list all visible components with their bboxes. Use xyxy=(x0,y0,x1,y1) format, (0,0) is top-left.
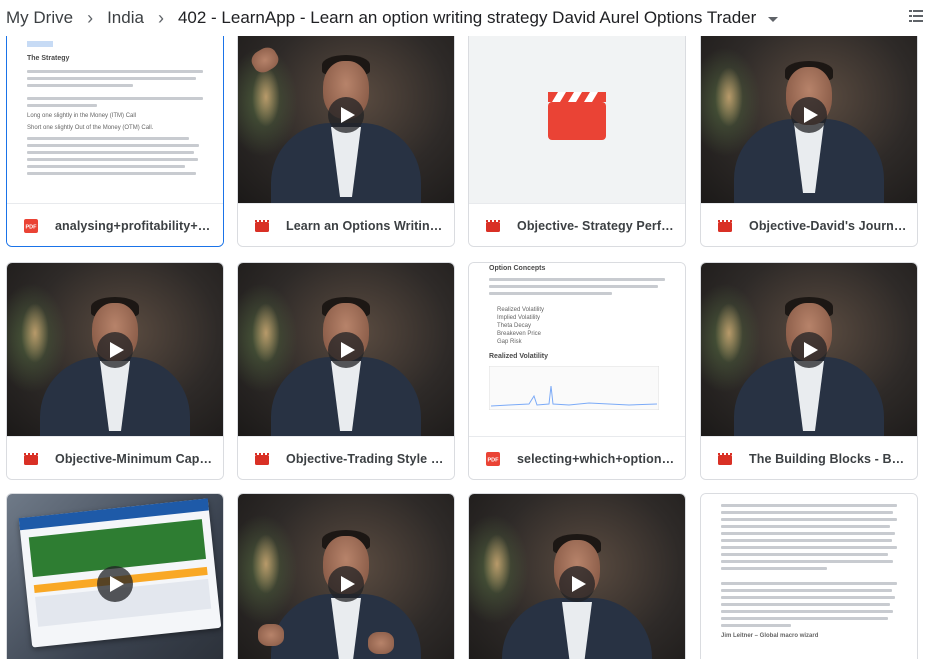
file-card[interactable]: Objective-Trading Style 1-1.... xyxy=(237,262,455,480)
video-thumbnail xyxy=(7,494,223,659)
file-name: Learn an Options Writing Str... xyxy=(286,218,446,233)
play-icon[interactable] xyxy=(328,331,364,368)
file-name: Objective-David's Journey 1... xyxy=(749,218,909,233)
video-icon xyxy=(254,451,270,467)
file-card-footer: The Building Blocks - Buyin... xyxy=(701,436,917,479)
file-card[interactable] xyxy=(468,493,686,659)
file-card[interactable] xyxy=(6,493,224,659)
play-icon[interactable] xyxy=(791,331,827,368)
video-icon xyxy=(23,451,39,467)
file-card-footer: Objective- Strategy Perform... xyxy=(469,203,685,246)
breadcrumb-my-drive[interactable]: My Drive xyxy=(0,8,79,28)
file-card-footer: PDF analysing+profitability+of+a... xyxy=(7,203,223,246)
file-name: Objective-Trading Style 1-1.... xyxy=(286,451,446,466)
document-preview: Option Concepts Realized Volatility Impl… xyxy=(469,263,685,436)
pdf-icon: PDF xyxy=(485,451,501,467)
file-name: The Building Blocks - Buyin... xyxy=(749,451,909,466)
video-thumbnail xyxy=(238,36,454,203)
video-icon xyxy=(485,218,501,234)
svg-text:PDF: PDF xyxy=(488,457,500,463)
video-thumbnail xyxy=(469,494,685,659)
video-thumbnail xyxy=(238,494,454,659)
document-preview: Jim Leitner – Global macro wizard xyxy=(701,494,917,659)
file-name: Objective- Strategy Perform... xyxy=(517,218,677,233)
file-card-footer: Objective-David's Journey 1... xyxy=(701,203,917,246)
chevron-right-icon: › xyxy=(157,7,164,28)
play-icon[interactable] xyxy=(791,97,827,133)
chevron-right-icon: › xyxy=(87,7,94,28)
file-card-footer: Objective-Minimum Capital ... xyxy=(7,436,223,479)
play-icon[interactable] xyxy=(97,331,133,368)
video-icon xyxy=(717,451,733,467)
file-card-footer: Learn an Options Writing Str... xyxy=(238,203,454,246)
file-grid: The Strategy Long one slightly in the Mo… xyxy=(0,36,925,659)
video-thumbnail xyxy=(701,263,917,436)
file-card-footer: PDF selecting+which+options+t... xyxy=(469,436,685,479)
video-icon xyxy=(717,218,733,234)
play-icon[interactable] xyxy=(328,97,364,133)
svg-text:PDF: PDF xyxy=(26,224,38,230)
file-card[interactable]: The Strategy Long one slightly in the Mo… xyxy=(6,36,224,247)
play-icon[interactable] xyxy=(97,566,133,602)
clapperboard-icon xyxy=(548,92,606,140)
chevron-down-icon[interactable] xyxy=(768,16,779,22)
document-preview: The Strategy Long one slightly in the Mo… xyxy=(7,36,223,203)
list-view-icon[interactable] xyxy=(909,9,923,23)
file-name: Objective-Minimum Capital ... xyxy=(55,451,215,466)
volatility-chart-preview xyxy=(488,365,660,411)
video-icon xyxy=(254,218,270,234)
video-thumbnail xyxy=(7,263,223,436)
breadcrumb: My Drive › India › 402 - LearnApp - Lear… xyxy=(0,0,925,36)
file-card[interactable]: Learn an Options Writing Str... xyxy=(237,36,455,247)
file-card[interactable] xyxy=(237,493,455,659)
video-thumbnail xyxy=(701,36,917,203)
file-card[interactable]: Jim Leitner – Global macro wizard xyxy=(700,493,918,659)
play-icon[interactable] xyxy=(328,566,364,602)
file-name: selecting+which+options+t... xyxy=(517,451,677,466)
file-card[interactable]: The Building Blocks - Buyin... xyxy=(700,262,918,480)
breadcrumb-current-folder[interactable]: 402 - LearnApp - Learn an option writing… xyxy=(172,8,762,28)
file-card[interactable]: Objective- Strategy Perform... xyxy=(468,36,686,247)
file-card[interactable]: Objective-David's Journey 1... xyxy=(700,36,918,247)
video-placeholder-thumbnail xyxy=(469,36,685,203)
file-card[interactable]: Objective-Minimum Capital ... xyxy=(6,262,224,480)
video-thumbnail xyxy=(238,263,454,436)
play-icon[interactable] xyxy=(559,566,595,602)
file-card[interactable]: Option Concepts Realized Volatility Impl… xyxy=(468,262,686,480)
file-name: analysing+profitability+of+a... xyxy=(55,218,215,233)
breadcrumb-india[interactable]: India xyxy=(101,8,150,28)
file-card-footer: Objective-Trading Style 1-1.... xyxy=(238,436,454,479)
pdf-icon: PDF xyxy=(23,218,39,234)
